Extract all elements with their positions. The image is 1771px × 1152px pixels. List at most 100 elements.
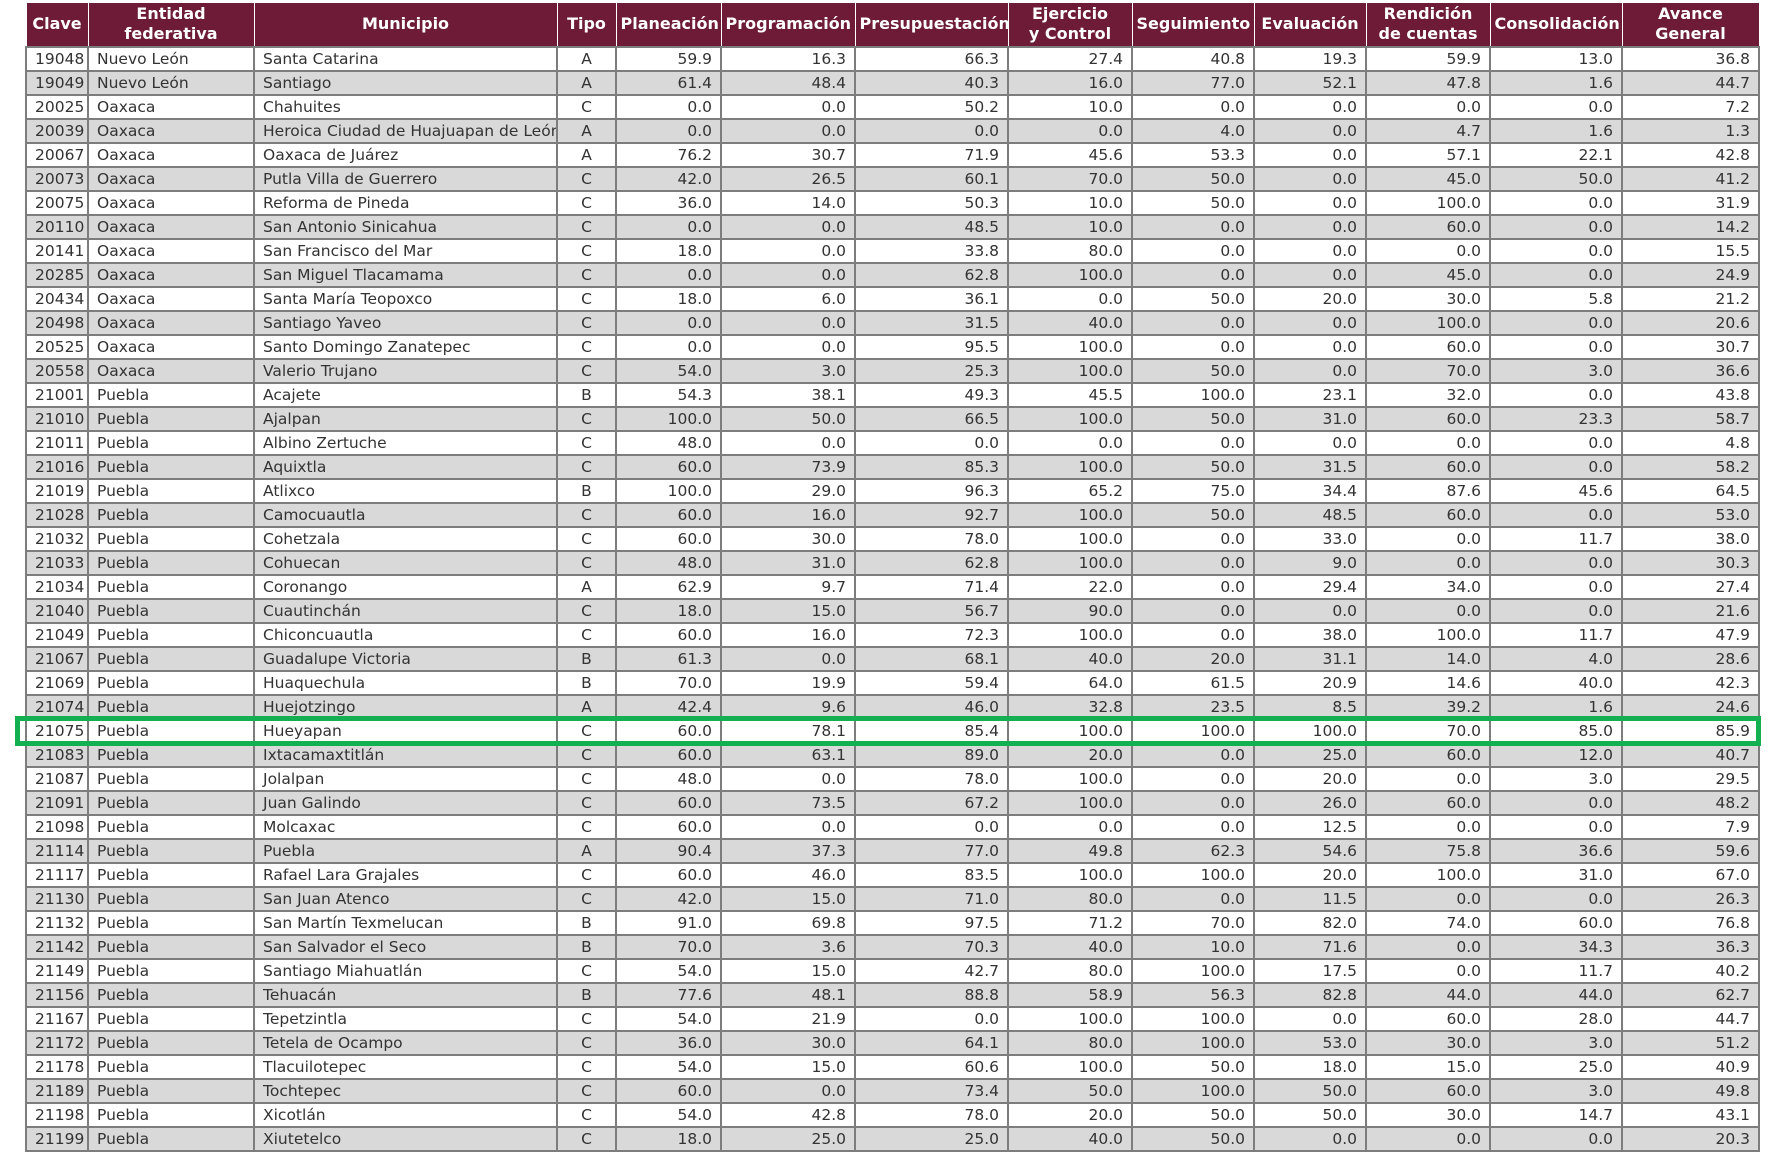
table-row: 21167 Puebla Tepetzintla C 54.0 21.9 0.0 100.0 1…	[25, 1005, 1760, 1032]
cell-evaluacion: 54.6	[1253, 837, 1367, 864]
cell-consolidacion: 0.0	[1489, 789, 1623, 816]
cell-rendicion-de-cuentas: 74.0	[1365, 909, 1491, 936]
cell-presupuestacion: 71.4	[854, 573, 1009, 600]
cell-rendicion-de-cuentas: 60.0	[1365, 1077, 1491, 1104]
cell-entidad: Puebla	[87, 813, 255, 840]
table-row: 20067 Oaxaca Oaxaca de Juárez A 76.2 30.7 71.9…	[25, 141, 1760, 168]
cell-programacion: 38.1	[720, 381, 856, 408]
cell-avance-general: 48.2	[1621, 789, 1760, 816]
cell-avance-general: 85.9	[1621, 717, 1760, 744]
cell-rendicion-de-cuentas: 44.0	[1365, 981, 1491, 1008]
cell-consolidacion: 1.6	[1489, 117, 1623, 144]
cell-presupuestacion: 56.7	[854, 597, 1009, 624]
cell-seguimiento: 50.0	[1131, 189, 1255, 216]
cell-evaluacion: 50.0	[1253, 1101, 1367, 1128]
cell-planeacion: 59.9	[615, 45, 722, 72]
cell-planeacion: 54.0	[615, 357, 722, 384]
cell-municipio: Santiago	[253, 69, 558, 96]
cell-planeacion: 60.0	[615, 861, 722, 888]
cell-municipio: Rafael Lara Grajales	[253, 861, 558, 888]
cell-presupuestacion: 70.3	[854, 933, 1009, 960]
cell-planeacion: 0.0	[615, 213, 722, 240]
cell-evaluacion: 20.0	[1253, 285, 1367, 312]
cell-seguimiento: 0.0	[1131, 885, 1255, 912]
cell-seguimiento: 0.0	[1131, 573, 1255, 600]
cell-planeacion: 0.0	[615, 93, 722, 120]
cell-entidad: Puebla	[87, 645, 255, 672]
header-label: Consolidación	[1494, 14, 1620, 34]
cell-rendicion-de-cuentas: 60.0	[1365, 405, 1491, 432]
cell-tipo: C	[556, 525, 617, 552]
cell-entidad: Puebla	[87, 669, 255, 696]
cell-entidad: Puebla	[87, 573, 255, 600]
cell-ejercicio-y-control: 58.9	[1007, 981, 1133, 1008]
cell-programacion: 26.5	[720, 165, 856, 192]
cell-rendicion-de-cuentas: 100.0	[1365, 189, 1491, 216]
cell-tipo: C	[556, 333, 617, 360]
cell-presupuestacion: 77.0	[854, 837, 1009, 864]
cell-evaluacion: 12.5	[1253, 813, 1367, 840]
cell-planeacion: 18.0	[615, 1125, 722, 1152]
cell-tipo: B	[556, 477, 617, 504]
cell-entidad: Puebla	[87, 597, 255, 624]
cell-avance-general: 7.9	[1621, 813, 1760, 840]
cell-planeacion: 90.4	[615, 837, 722, 864]
cell-rendicion-de-cuentas: 32.0	[1365, 381, 1491, 408]
cell-tipo: C	[556, 453, 617, 480]
cell-ejercicio-y-control: 0.0	[1007, 429, 1133, 456]
cell-planeacion: 60.0	[615, 621, 722, 648]
cell-avance-general: 14.2	[1621, 213, 1760, 240]
table-row: 20110 Oaxaca San Antonio Sinicahua C 0.0 0.0 4…	[25, 213, 1760, 240]
cell-programacion: 0.0	[720, 117, 856, 144]
cell-tipo: C	[556, 309, 617, 336]
cell-rendicion-de-cuentas: 0.0	[1365, 525, 1491, 552]
cell-ejercicio-y-control: 100.0	[1007, 501, 1133, 528]
cell-programacion: 16.0	[720, 621, 856, 648]
cell-programacion: 14.0	[720, 189, 856, 216]
cell-clave: 21098	[25, 813, 89, 840]
table-row: 19048 Nuevo León Santa Catarina A 59.9 16.3 66…	[25, 45, 1760, 72]
cell-programacion: 0.0	[720, 309, 856, 336]
cell-clave: 19048	[25, 45, 89, 72]
cell-entidad: Oaxaca	[87, 333, 255, 360]
cell-consolidacion: 36.6	[1489, 837, 1623, 864]
cell-municipio: Reforma de Pineda	[253, 189, 558, 216]
cell-evaluacion: 34.4	[1253, 477, 1367, 504]
cell-seguimiento: 50.0	[1131, 1053, 1255, 1080]
cell-presupuestacion: 62.8	[854, 261, 1009, 288]
cell-programacion: 15.0	[720, 957, 856, 984]
cell-rendicion-de-cuentas: 60.0	[1365, 1005, 1491, 1032]
cell-tipo: C	[556, 405, 617, 432]
cell-ejercicio-y-control: 100.0	[1007, 765, 1133, 792]
cell-avance-general: 21.2	[1621, 285, 1760, 312]
cell-ejercicio-y-control: 100.0	[1007, 1053, 1133, 1080]
cell-planeacion: 100.0	[615, 477, 722, 504]
cell-programacion: 48.1	[720, 981, 856, 1008]
cell-clave: 20285	[25, 261, 89, 288]
cell-seguimiento: 100.0	[1131, 861, 1255, 888]
table-row: 21034 Puebla Coronango A 62.9 9.7 71.4 22.0 0.0 2…	[25, 573, 1760, 600]
cell-municipio: Xiutetelco	[253, 1125, 558, 1152]
cell-consolidacion: 0.0	[1489, 381, 1623, 408]
cell-presupuestacion: 25.0	[854, 1125, 1009, 1152]
cell-rendicion-de-cuentas: 30.0	[1365, 285, 1491, 312]
cell-ejercicio-y-control: 80.0	[1007, 1029, 1133, 1056]
cell-tipo: C	[556, 261, 617, 288]
cell-clave: 21189	[25, 1077, 89, 1104]
cell-clave: 21033	[25, 549, 89, 576]
cell-presupuestacion: 72.3	[854, 621, 1009, 648]
cell-ejercicio-y-control: 16.0	[1007, 69, 1133, 96]
cell-presupuestacion: 59.4	[854, 669, 1009, 696]
table-row: 20073 Oaxaca Putla Villa de Guerrero C 42.0 2…	[25, 165, 1760, 192]
cell-municipio: Tehuacán	[253, 981, 558, 1008]
cell-consolidacion: 3.0	[1489, 765, 1623, 792]
table-row: 19049 Nuevo León Santiago A 61.4 48.4 40.3 16.0…	[25, 69, 1760, 96]
cell-ejercicio-y-control: 71.2	[1007, 909, 1133, 936]
cell-entidad: Oaxaca	[87, 93, 255, 120]
cell-rendicion-de-cuentas: 59.9	[1365, 45, 1491, 72]
cell-municipio: Ixtacamaxtitlán	[253, 741, 558, 768]
cell-avance-general: 24.6	[1621, 693, 1760, 720]
cell-tipo: C	[556, 429, 617, 456]
cell-avance-general: 42.8	[1621, 141, 1760, 168]
table-row: 21011 Puebla Albino Zertuche C 48.0 0.0 0.0 0.0…	[25, 429, 1760, 456]
